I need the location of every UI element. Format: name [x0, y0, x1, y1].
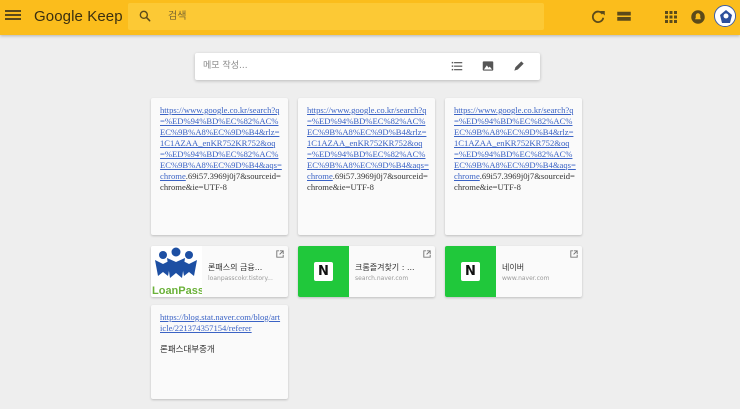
- search-bar[interactable]: [128, 3, 544, 30]
- take-note-bar[interactable]: [195, 53, 540, 80]
- note-card[interactable]: https://www.google.co.kr/search?q=%ED%94…: [298, 98, 435, 235]
- note-text: https://www.google.co.kr/search?q=%ED%94…: [454, 105, 576, 193]
- loanpass-logo-word: LoanPass: [152, 285, 202, 297]
- loanpass-thumbnail: LoanPass: [151, 246, 204, 297]
- list-view-icon[interactable]: [615, 8, 633, 26]
- link-url: www.naver.com: [502, 275, 550, 282]
- checklist-icon[interactable]: [450, 59, 464, 73]
- drawing-icon[interactable]: [512, 59, 526, 73]
- naver-logo-icon: N: [461, 262, 480, 281]
- link-url: search.naver.com: [355, 275, 409, 282]
- loanpass-logo-icon: LoanPass: [152, 247, 204, 297]
- note-body: 론패스대부중개: [160, 345, 215, 355]
- app-logo[interactable]: Google Keep: [34, 8, 123, 25]
- link-title: 네이버: [502, 263, 525, 272]
- note-text: https://blog.stat.naver.com/blog/article…: [160, 312, 282, 334]
- open-external-icon[interactable]: [570, 250, 578, 258]
- take-note-input[interactable]: [203, 58, 443, 74]
- avatar-emblem-icon: [716, 7, 735, 26]
- naver-thumbnail: N: [298, 246, 349, 297]
- open-external-icon[interactable]: [423, 250, 431, 258]
- link-title: 크롬즐겨찾기 : ...: [355, 263, 415, 272]
- note-text: https://www.google.co.kr/search?q=%ED%94…: [160, 105, 282, 193]
- link-preview-card[interactable]: N 네이버 www.naver.com: [445, 246, 582, 297]
- link-preview-card[interactable]: LoanPass 론패스의 금융... loanpasscokr.tistory…: [151, 246, 288, 297]
- note-link[interactable]: https://www.google.co.kr/search?q=%ED%94…: [160, 105, 282, 181]
- top-app-bar: Google Keep: [0, 0, 740, 35]
- naver-thumbnail: N: [445, 246, 496, 297]
- menu-icon[interactable]: [4, 8, 22, 26]
- link-title: 론패스의 금융...: [208, 263, 263, 272]
- account-avatar[interactable]: [714, 5, 736, 27]
- refresh-icon[interactable]: [589, 8, 607, 26]
- search-input[interactable]: [168, 8, 528, 25]
- apps-grid-icon[interactable]: [662, 8, 680, 26]
- note-text: https://www.google.co.kr/search?q=%ED%94…: [307, 105, 429, 193]
- search-icon[interactable]: [138, 9, 152, 23]
- note-link[interactable]: https://www.google.co.kr/search?q=%ED%94…: [307, 105, 429, 181]
- note-link[interactable]: https://blog.stat.naver.com/blog/article…: [160, 312, 280, 333]
- note-link[interactable]: https://www.google.co.kr/search?q=%ED%94…: [454, 105, 576, 181]
- note-card[interactable]: https://blog.stat.naver.com/blog/article…: [151, 305, 288, 399]
- open-external-icon[interactable]: [276, 250, 284, 258]
- naver-logo-icon: N: [314, 262, 333, 281]
- image-icon[interactable]: [481, 59, 495, 73]
- link-preview-card[interactable]: N 크롬즐겨찾기 : ... search.naver.com: [298, 246, 435, 297]
- link-url: loanpasscokr.tistory...: [208, 275, 273, 282]
- notifications-icon[interactable]: [689, 8, 707, 26]
- note-card[interactable]: https://www.google.co.kr/search?q=%ED%94…: [445, 98, 582, 235]
- note-card[interactable]: https://www.google.co.kr/search?q=%ED%94…: [151, 98, 288, 235]
